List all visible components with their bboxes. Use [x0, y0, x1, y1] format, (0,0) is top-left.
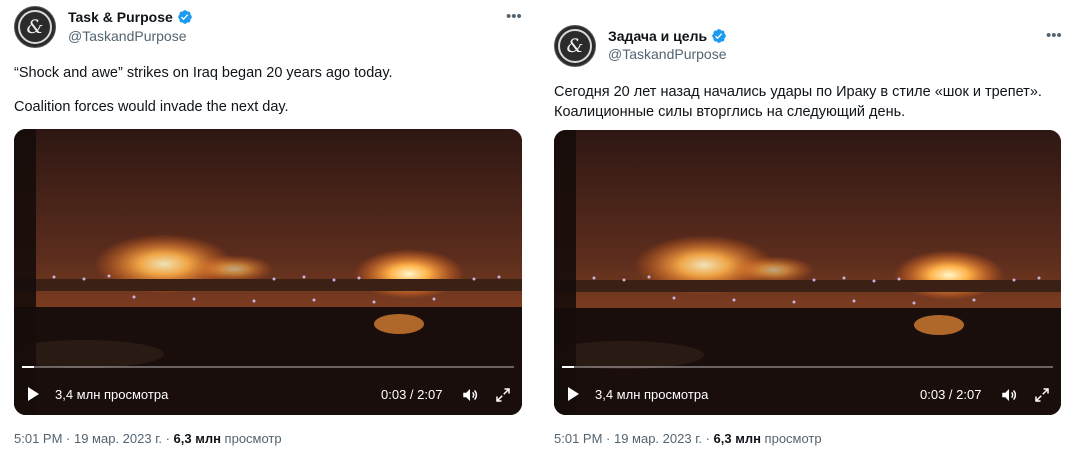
author-name[interactable]: Задача и цель	[608, 28, 707, 44]
more-icon[interactable]: •••	[1046, 28, 1062, 43]
avatar[interactable]: &	[554, 25, 596, 67]
author-handle[interactable]: @TaskandPurpose	[608, 46, 727, 62]
video-progress-bar[interactable]	[22, 366, 514, 368]
divider	[533, 0, 540, 460]
play-icon	[568, 387, 579, 401]
verified-badge-icon	[177, 10, 192, 24]
tweet-text-line: Коалиционные силы вторглись на следующий…	[554, 104, 906, 120]
video-progress-bar[interactable]	[562, 366, 1053, 368]
view-count: 6,3 млн	[173, 431, 221, 446]
tweet-text-line: “Shock and awe” strikes on Iraq began 20…	[14, 65, 393, 81]
view-word: просмотр	[760, 431, 822, 446]
play-button[interactable]	[568, 387, 579, 401]
play-icon	[28, 387, 39, 401]
play-button[interactable]	[28, 387, 39, 401]
video-player[interactable]: 3,4 млн просмотра 0:03 / 2:07	[14, 129, 522, 415]
author-row: Task & Purpose	[68, 9, 193, 25]
volume-icon[interactable]	[1000, 386, 1018, 404]
tweet-meta: 5:01 PM · 19 мар. 2023 г. · 6,3 млн прос…	[554, 431, 822, 446]
video-frame	[14, 129, 522, 415]
view-count: 6,3 млн	[713, 431, 761, 446]
avatar[interactable]: &	[14, 6, 56, 48]
view-word: просмотр	[220, 431, 282, 446]
author-name[interactable]: Task & Purpose	[68, 9, 173, 25]
fullscreen-icon[interactable]	[494, 386, 512, 404]
tweet-text: Сегодня 20 лет назад начались удары по И…	[554, 82, 1074, 122]
tweet-text: “Shock and awe” strikes on Iraq began 20…	[14, 63, 519, 117]
tweet-text-line: Coalition forces would invade the next d…	[14, 99, 289, 115]
ampersand-logo-icon: &	[18, 10, 52, 44]
tweet-meta: 5:01 PM · 19 мар. 2023 г. · 6,3 млн прос…	[14, 431, 282, 446]
tweet-translated: & Задача и цель @TaskandPurpose ••• Сего…	[540, 0, 1088, 460]
more-icon[interactable]: •••	[506, 9, 522, 24]
volume-icon[interactable]	[461, 386, 479, 404]
view-count-label: 3,4 млн просмотра	[55, 387, 169, 402]
timestamp[interactable]: 5:01 PM · 19 мар. 2023 г. ·	[14, 431, 174, 446]
time-display: 0:03 / 2:07	[920, 387, 982, 402]
ampersand-logo-icon: &	[558, 29, 592, 63]
author-handle[interactable]: @TaskandPurpose	[68, 28, 187, 44]
video-player[interactable]: 3,4 млн просмотра 0:03 / 2:07	[554, 130, 1061, 415]
tweet-original: & Task & Purpose @TaskandPurpose ••• “Sh…	[0, 0, 533, 460]
video-progress-fill	[22, 366, 34, 368]
video-progress-fill	[562, 366, 574, 368]
timestamp[interactable]: 5:01 PM · 19 мар. 2023 г. ·	[554, 431, 714, 446]
verified-badge-icon	[712, 29, 726, 43]
tweet-text-line: Сегодня 20 лет назад начались удары по И…	[554, 84, 1042, 100]
fullscreen-icon[interactable]	[1033, 386, 1051, 404]
author-row: Задача и цель	[608, 28, 727, 44]
view-count-label: 3,4 млн просмотра	[595, 387, 709, 402]
time-display: 0:03 / 2:07	[381, 387, 443, 402]
video-frame	[554, 130, 1061, 415]
